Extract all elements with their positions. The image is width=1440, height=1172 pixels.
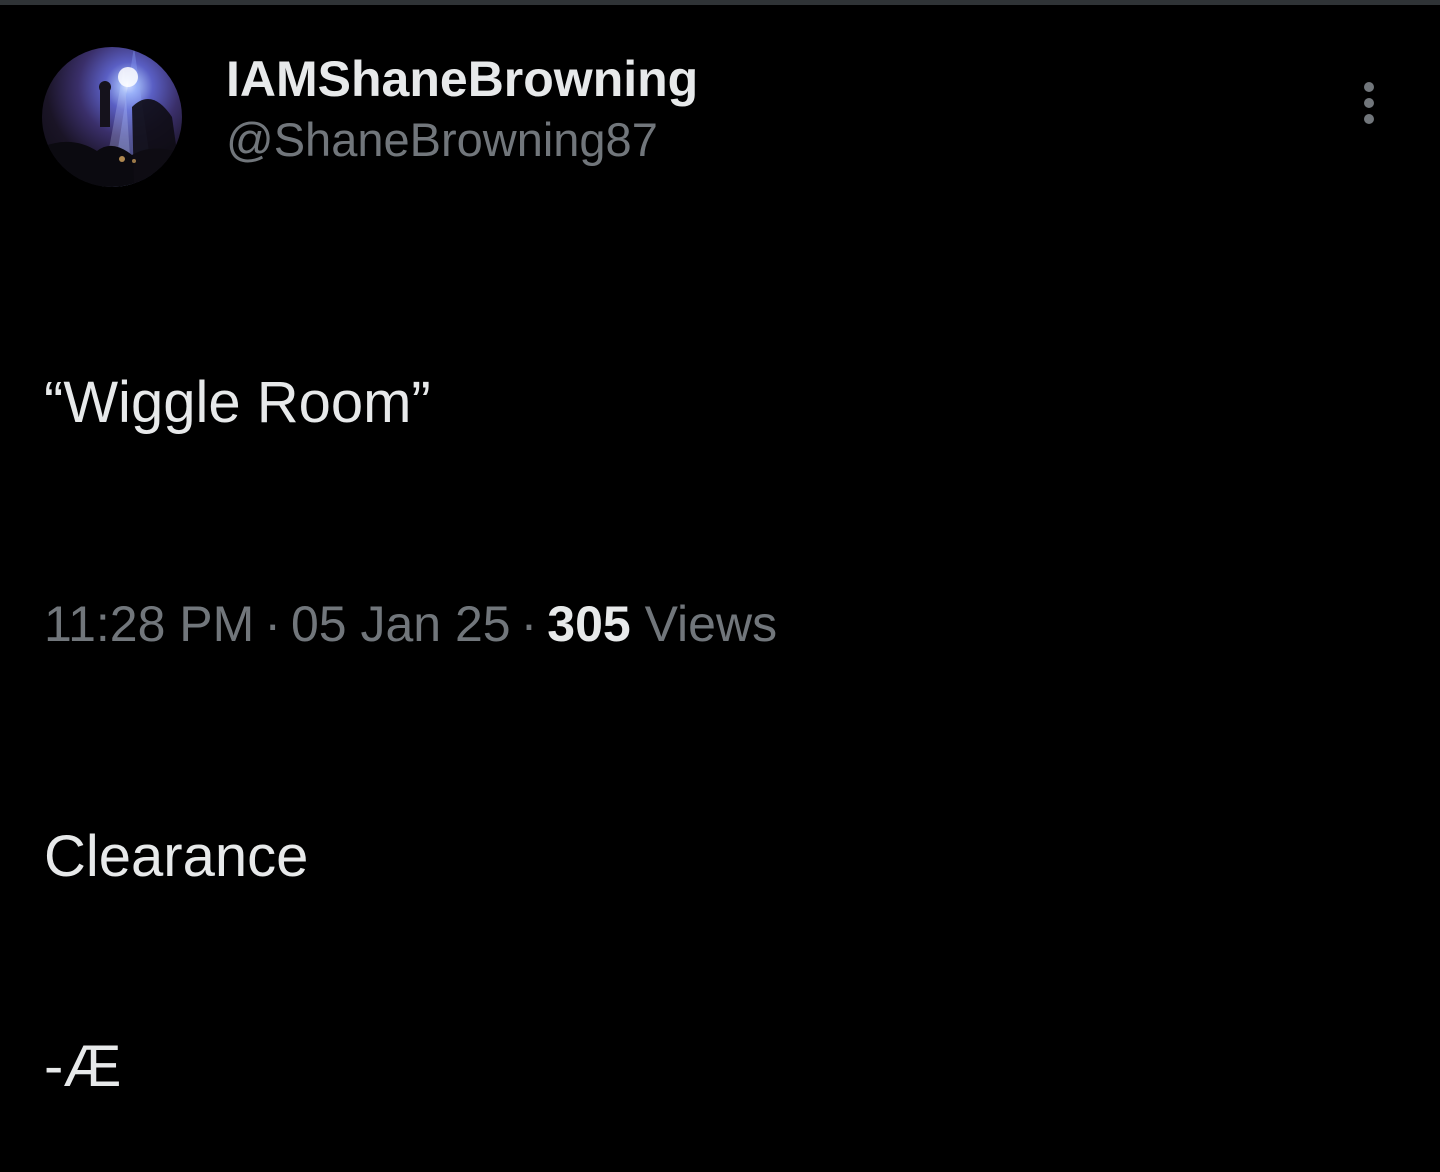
avatar-image (42, 47, 182, 187)
display-name[interactable]: IAMShaneBrowning (226, 48, 698, 110)
tweet-line: Clearance (44, 824, 309, 889)
tweet-line: -Æ (44, 1034, 122, 1099)
tweet-text: “Wiggle Room” Clearance -Æ (44, 228, 431, 1172)
top-divider (0, 0, 1440, 5)
author-block: IAMShaneBrowning @ShaneBrowning87 (226, 48, 698, 170)
separator: · (264, 596, 281, 652)
tweet-metadata: 11:28 PM · 05 Jan 25 · 305 Views (44, 592, 777, 656)
avatar[interactable] (42, 47, 182, 187)
more-options-button[interactable] (1350, 80, 1390, 126)
views-label[interactable]: Views (645, 596, 777, 652)
separator: · (520, 596, 538, 652)
views-count[interactable]: 305 (547, 596, 630, 652)
tweet-time[interactable]: 11:28 PM (44, 596, 254, 652)
tweet-date[interactable]: 05 Jan 25 (291, 596, 511, 652)
user-handle[interactable]: @ShaneBrowning87 (226, 110, 698, 170)
tweet-line: “Wiggle Room” (44, 370, 431, 435)
